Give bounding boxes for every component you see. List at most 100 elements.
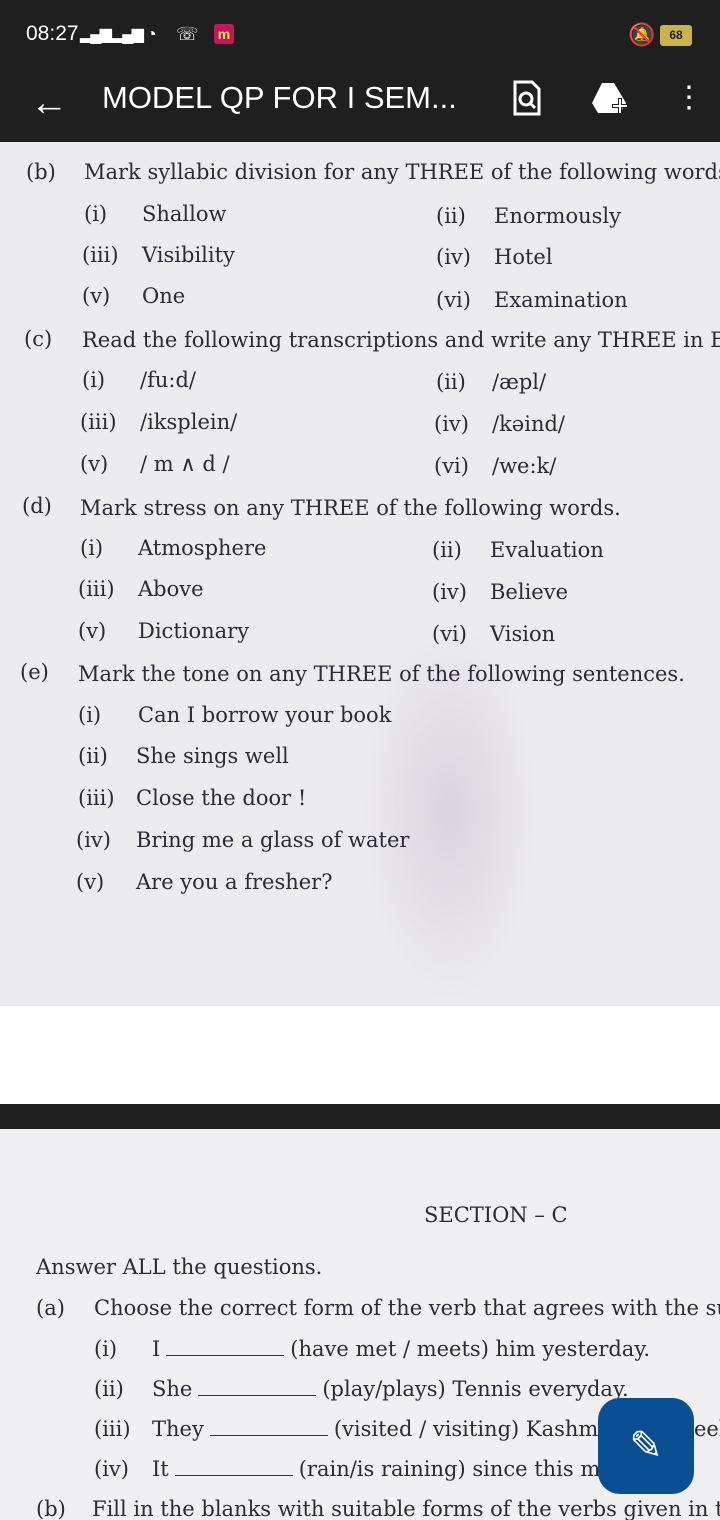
document-title: MODEL QP FOR I SEM...: [102, 80, 457, 115]
item-number: (v): [82, 284, 111, 308]
item-text: /we:k/: [492, 454, 557, 478]
back-arrow-icon[interactable]: ←: [30, 82, 68, 125]
item-number: (i): [78, 703, 102, 727]
item-subject: I: [152, 1337, 161, 1361]
question-b-label: (b): [26, 160, 56, 184]
item-number: (iv): [76, 828, 111, 852]
item-text: Are you a fresher?: [136, 870, 333, 894]
item-subject: She: [152, 1377, 193, 1401]
search-document-icon[interactable]: [512, 80, 542, 124]
item-text: Vision: [490, 622, 556, 646]
item-text-tail: eek: [694, 1417, 720, 1441]
status-bar: 08:27 ▂▄▆ ▂▄▆ ◔ ☏ m 🔕 68: [0, 0, 720, 70]
app-bar: ← MODEL QP FOR I SEM... ⋮: [0, 70, 720, 142]
question-c-label: (c): [24, 327, 53, 351]
item-number: (i): [84, 202, 108, 226]
item-text: Shallow: [142, 202, 227, 226]
question-b2-text: Fill in the blanks with suitable forms o…: [92, 1497, 720, 1520]
item-subject: It: [152, 1457, 169, 1481]
question-e-text: Mark the tone on any THREE of the follow…: [78, 662, 685, 686]
item-number: (i): [82, 368, 106, 392]
item-number: (ii): [78, 744, 108, 768]
mute-icon: 🔕: [628, 22, 656, 47]
app-notification-icon: m: [214, 24, 234, 44]
item-text: / m ∧ d /: [140, 452, 230, 476]
question-d-text: Mark stress on any THREE of the followin…: [80, 496, 621, 520]
item-text: Atmosphere: [138, 536, 267, 560]
item-number: (i): [94, 1337, 118, 1361]
item-text: /kǝind/: [492, 412, 565, 436]
item-number: (vi): [436, 288, 471, 312]
page-gap: [0, 1006, 720, 1104]
item-number: (vi): [432, 622, 467, 646]
document-page: (b) Mark syllabic division for any THREE…: [0, 142, 720, 1006]
wifi-icon: ◔: [146, 24, 157, 44]
wifi-calling-icon: ☏: [176, 24, 199, 44]
answer-blank: [166, 1355, 285, 1356]
item-number: (ii): [436, 204, 466, 228]
item-text: Dictionary: [138, 619, 250, 643]
section-instruction: Answer ALL the questions.: [36, 1255, 323, 1279]
item-text: Believe: [490, 580, 569, 604]
clock: 08:27: [26, 22, 79, 45]
verb-item: I (have met / meets) him yesterday.: [152, 1337, 650, 1361]
item-text: One: [142, 284, 186, 308]
more-vert-icon[interactable]: ⋮: [674, 80, 704, 115]
item-text: (have met / meets) him yesterday.: [290, 1337, 651, 1361]
signal-icon-2: ▂▄▆: [112, 26, 144, 43]
item-number: (v): [80, 452, 109, 476]
item-number: (iv): [94, 1457, 129, 1481]
item-number: (ii): [436, 370, 466, 394]
item-number: (v): [76, 870, 105, 894]
question-a-label: (a): [36, 1296, 65, 1320]
answer-blank: [209, 1435, 328, 1436]
item-text: /æpl/: [492, 370, 547, 394]
question-b-text: Mark syllabic division for any THREE of …: [84, 160, 720, 184]
item-text: (rain/is raining) since this m: [298, 1457, 601, 1481]
item-number: (ii): [432, 538, 462, 562]
item-text: Enormously: [494, 204, 621, 228]
item-text: Above: [138, 577, 204, 601]
item-number: (v): [78, 619, 107, 643]
item-number: (iii): [78, 577, 115, 601]
item-number: (iii): [80, 410, 117, 434]
item-number: (ii): [94, 1377, 124, 1401]
item-number: (iv): [434, 412, 469, 436]
item-text: She sings well: [136, 744, 289, 768]
signal-icon: ▂▄▆: [80, 26, 112, 43]
item-text: (play/plays) Tennis everyday.: [322, 1377, 629, 1401]
page-divider: [0, 1104, 720, 1129]
question-b2-label: (b): [36, 1497, 66, 1520]
item-number: (iii): [82, 243, 119, 267]
section-heading: SECTION – C: [424, 1203, 568, 1227]
item-text: Evaluation: [490, 538, 604, 562]
item-text: Visibility: [142, 243, 235, 267]
verb-item: She (play/plays) Tennis everyday.: [152, 1377, 629, 1401]
verb-item: It (rain/is raining) since this m: [152, 1457, 600, 1481]
item-text: /iksplein/: [140, 410, 238, 434]
question-d-label: (d): [22, 494, 52, 518]
item-number: (iv): [432, 580, 467, 604]
item-text: /fu:d/: [140, 368, 196, 392]
answer-blank: [198, 1395, 317, 1396]
item-text: Bring me a glass of water: [136, 828, 410, 852]
item-subject: They: [152, 1417, 204, 1441]
item-text: Can I borrow your book: [138, 703, 392, 727]
question-e-label: (e): [20, 660, 49, 684]
item-text: Hotel: [494, 245, 553, 269]
battery-icon: 68: [660, 25, 692, 46]
verb-item: They (visited / visiting) Kashm: [152, 1417, 598, 1441]
question-a-text: Choose the correct form of the verb that…: [94, 1296, 720, 1320]
item-number: (i): [80, 536, 104, 560]
item-number: (iii): [78, 786, 115, 810]
item-number: (vi): [434, 454, 469, 478]
drive-add-icon[interactable]: [590, 80, 630, 124]
item-number: (iii): [94, 1417, 131, 1441]
item-text: (visited / visiting) Kashm: [333, 1417, 599, 1441]
item-text: Examination: [494, 288, 628, 312]
question-c-text: Read the following transcriptions and wr…: [82, 328, 720, 352]
edit-icon[interactable]: ✎: [598, 1398, 694, 1494]
item-text: Close the door !: [136, 786, 307, 810]
answer-blank: [174, 1475, 293, 1476]
item-number: (iv): [436, 245, 471, 269]
